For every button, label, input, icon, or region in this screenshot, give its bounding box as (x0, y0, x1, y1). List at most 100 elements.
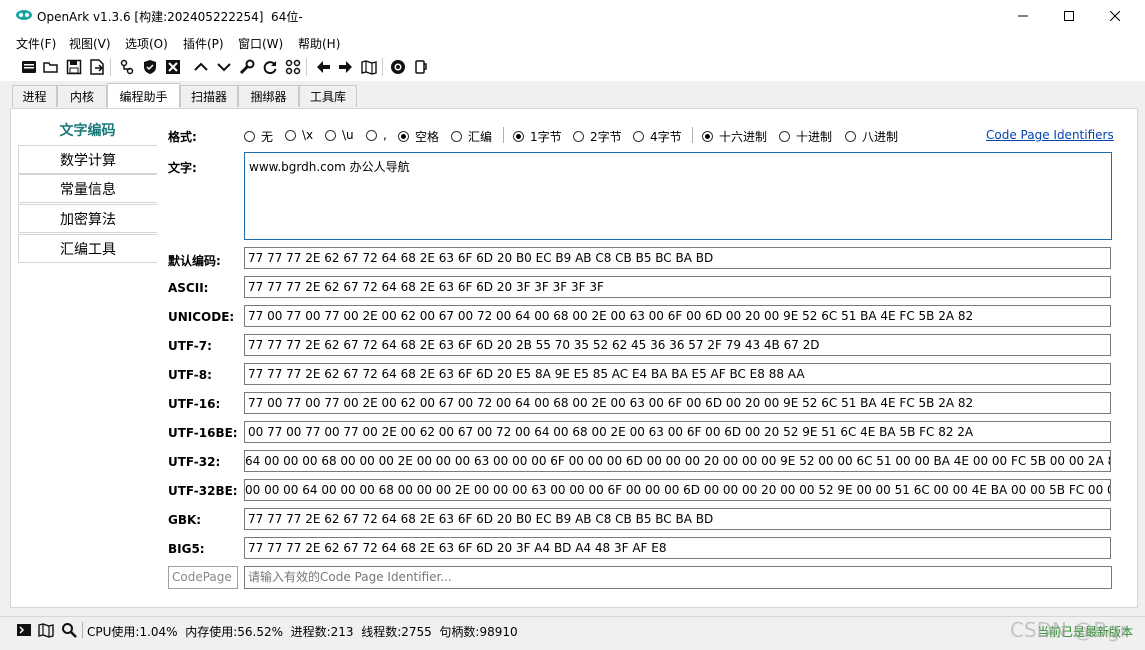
encoding-utf16-field[interactable]: 77 00 77 00 77 00 2E 00 62 00 67 00 72 0… (244, 392, 1111, 414)
encoding-utf32be-field[interactable]: 00 00 00 64 00 00 00 68 00 00 00 2E 00 0… (244, 479, 1111, 501)
separator (692, 127, 693, 143)
tab-process[interactable]: 进程 (12, 85, 57, 107)
radio-dot (779, 131, 790, 142)
radio-byte-2[interactable]: 2字节 (573, 128, 622, 145)
search-icon[interactable] (61, 622, 77, 641)
radio-label: 无 (261, 130, 274, 144)
encoding-utf8-field[interactable]: 77 77 77 2E 62 67 72 64 68 2E 63 6F 6D 2… (244, 363, 1111, 385)
radio-byte-4[interactable]: 4字节 (633, 128, 682, 145)
format-label: 格式: (168, 130, 197, 144)
radio-byte-1[interactable]: 1字节 (513, 128, 562, 145)
refresh-icon[interactable] (261, 58, 279, 76)
radio-label: 空格 (415, 130, 440, 144)
encoding-unicode-field[interactable]: 77 00 77 00 77 00 2E 00 62 00 67 00 72 0… (244, 305, 1111, 327)
radio-label: 八进制 (862, 130, 899, 144)
encoding-label: GBK: (168, 513, 202, 527)
arrow-down-icon[interactable] (215, 58, 233, 76)
minimize-icon (1018, 15, 1028, 16)
radio-dot (573, 131, 584, 142)
radio-base-oct[interactable]: 八进制 (845, 128, 898, 145)
encoding-big5-field[interactable]: 77 77 77 2E 62 67 72 64 68 2E 63 6F 6D 2… (244, 537, 1111, 559)
radio-label: 汇编 (468, 130, 493, 144)
menu-bar: 文件(F) 视图(V) 选项(O) 插件(P) 窗口(W) 帮助(H) (0, 31, 1145, 53)
save-icon[interactable] (65, 58, 83, 76)
radio-dot (845, 131, 856, 142)
github-icon[interactable] (389, 58, 407, 76)
encoding-utf7-field[interactable]: 77 77 77 2E 62 67 72 64 68 2E 63 6F 6D 2… (244, 334, 1111, 356)
map-icon[interactable] (38, 622, 54, 641)
radio-dot (702, 131, 713, 142)
menu-plugins[interactable]: 插件(P) (183, 35, 224, 52)
terminal-icon[interactable] (16, 622, 32, 641)
radio-prefix-u[interactable]: \u (325, 128, 354, 142)
radio-label: 十六进制 (719, 130, 768, 144)
radio-prefix-space[interactable]: 空格 (398, 128, 439, 145)
menu-options[interactable]: 选项(O) (125, 35, 168, 52)
encoding-label: UTF-8: (168, 368, 212, 382)
radio-prefix-comma[interactable]: , (366, 128, 387, 142)
radio-prefix-none[interactable]: 无 (244, 128, 273, 145)
radio-label: 4字节 (650, 130, 682, 144)
nav-text-encoding[interactable]: 文字编码 (18, 115, 157, 144)
minimize-button[interactable] (1000, 0, 1046, 31)
encoding-label: UTF-32BE: (168, 484, 238, 498)
text-label: 文字: (168, 161, 197, 175)
menu-view[interactable]: 视图(V) (69, 35, 111, 52)
nav-math[interactable]: 数学计算 (18, 145, 157, 174)
tab-bar: 进程 内核 编程助手 扫描器 捆绑器 工具库 (0, 81, 1145, 108)
codepage-field[interactable]: CodePage (168, 566, 238, 589)
watermark: CSDN @Bgr (1010, 618, 1129, 642)
export-icon[interactable] (88, 58, 106, 76)
apps-icon[interactable] (284, 58, 302, 76)
forward-icon[interactable] (337, 58, 355, 76)
radio-prefix-x[interactable]: \x (285, 128, 313, 142)
folder-open-icon[interactable] (42, 58, 60, 76)
nav-constants[interactable]: 常量信息 (18, 174, 157, 203)
menu-window[interactable]: 窗口(W) (238, 35, 283, 52)
encoding-default-field[interactable]: 77 77 77 2E 62 67 72 64 68 2E 63 6F 6D 2… (244, 247, 1111, 269)
nav-assembler[interactable]: 汇编工具 (18, 234, 157, 263)
radio-dot (398, 131, 409, 142)
kill-icon[interactable] (164, 58, 182, 76)
codepage-identifier-input[interactable]: 请输入有效的Code Page Identifier... (244, 566, 1112, 589)
menu-help[interactable]: 帮助(H) (298, 35, 340, 52)
radio-base-hex[interactable]: 十六进制 (702, 128, 767, 145)
coffee-icon[interactable] (412, 58, 430, 76)
maximize-button[interactable] (1046, 0, 1092, 31)
radio-label: 十进制 (796, 130, 833, 144)
nav-crypto[interactable]: 加密算法 (18, 204, 157, 233)
shield-icon[interactable] (141, 58, 159, 76)
radio-label: \x (302, 128, 314, 142)
radio-dot (513, 131, 524, 142)
encoding-label: UTF-16: (168, 397, 221, 411)
maximize-icon (1064, 10, 1074, 21)
book-icon[interactable] (360, 58, 378, 76)
radio-prefix-asm[interactable]: 汇编 (451, 128, 492, 145)
radio-dot (285, 129, 296, 141)
tab-toolkit[interactable]: 工具库 (299, 85, 357, 107)
separator (503, 127, 504, 143)
text-input[interactable]: www.bgrdh.com 办公人导航 (244, 152, 1112, 240)
encoding-utf32-field[interactable]: 64 00 00 00 68 00 00 00 2E 00 00 00 63 0… (244, 450, 1111, 472)
encoding-utf16be-field[interactable]: 00 77 00 77 00 77 00 2E 00 62 00 67 00 7… (244, 421, 1111, 443)
back-icon[interactable] (314, 58, 332, 76)
tab-scanner[interactable]: 扫描器 (180, 85, 238, 107)
tab-kernel[interactable]: 内核 (57, 85, 107, 107)
encoding-gbk-field[interactable]: 77 77 77 2E 62 67 72 64 68 2E 63 6F 6D 2… (244, 508, 1111, 530)
radio-dot (633, 131, 644, 142)
code-page-identifiers-link[interactable]: Code Page Identifiers (986, 128, 1114, 142)
wrench-icon[interactable] (238, 58, 256, 76)
encoding-label: ASCII: (168, 281, 209, 295)
radio-label: \u (342, 128, 354, 142)
radio-dot (325, 129, 336, 141)
arrow-up-icon[interactable] (192, 58, 210, 76)
close-button[interactable] (1092, 0, 1138, 31)
tab-bundler[interactable]: 捆绑器 (238, 85, 299, 107)
radio-base-dec[interactable]: 十进制 (779, 128, 832, 145)
encoding-ascii-field[interactable]: 77 77 77 2E 62 67 72 64 68 2E 63 6F 6D 2… (244, 276, 1111, 298)
encoding-label: UTF-32: (168, 455, 221, 469)
console-icon[interactable] (20, 58, 38, 76)
process-icon[interactable] (118, 58, 136, 76)
tab-coding-helper[interactable]: 编程助手 (107, 83, 180, 108)
menu-file[interactable]: 文件(F) (16, 35, 56, 52)
